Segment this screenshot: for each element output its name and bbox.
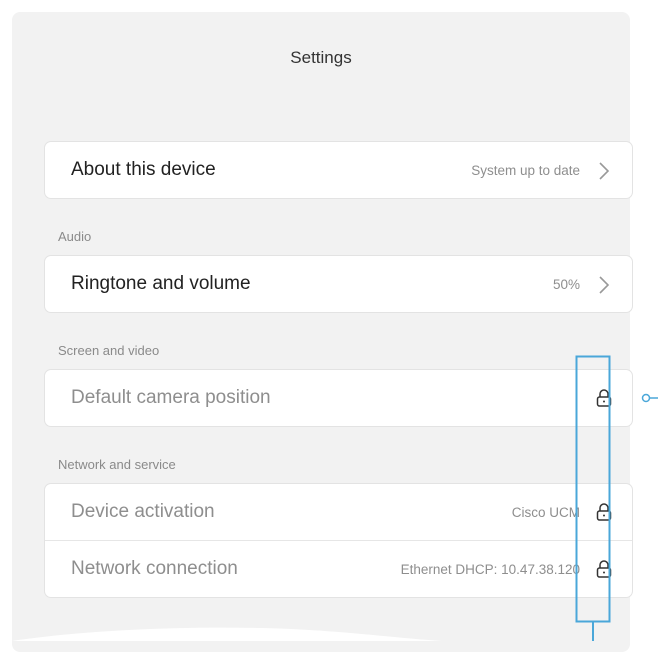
section-label-network-and-service: Network and service	[58, 457, 176, 472]
settings-row-device-activation[interactable]: Device activation Cisco UCM	[45, 484, 632, 540]
card-screen-and-video: Default camera position	[45, 370, 632, 426]
row-label: Network connection	[71, 558, 238, 579]
chevron-right-icon	[599, 162, 610, 180]
row-value: Cisco UCM	[511, 504, 580, 520]
settings-row-network-connection[interactable]: Network connection Ethernet DHCP: 10.47.…	[45, 540, 632, 597]
settings-row-ringtone-and-volume[interactable]: Ringtone and volume 50%	[45, 256, 632, 312]
row-value: System up to date	[471, 162, 580, 178]
section-label-screen-and-video: Screen and video	[58, 343, 160, 358]
panel-bottom-edge	[12, 627, 442, 641]
page-title: Settings	[290, 48, 352, 67]
row-label: About this device	[71, 159, 216, 180]
card-about: About this device System up to date	[45, 142, 632, 198]
row-label: Default camera position	[71, 387, 271, 408]
section-label-audio: Audio	[58, 229, 92, 244]
lock-icon	[596, 560, 612, 578]
settings-panel: Settings About this device System up to …	[12, 12, 632, 652]
settings-row-default-camera-position[interactable]: Default camera position	[45, 370, 632, 426]
lock-icon	[596, 389, 612, 407]
row-value: 50%	[552, 276, 580, 292]
lock-icon	[596, 503, 612, 521]
card-network-and-service: Device activation Cisco UCM Network conn…	[45, 484, 632, 597]
row-label: Ringtone and volume	[71, 273, 251, 294]
row-value: Ethernet DHCP: 10.47.38.120	[400, 561, 580, 577]
card-audio: Ringtone and volume 50%	[45, 256, 632, 312]
row-label: Device activation	[71, 501, 215, 522]
settings-row-about-this-device[interactable]: About this device System up to date	[45, 142, 632, 198]
chevron-right-icon	[599, 276, 610, 294]
